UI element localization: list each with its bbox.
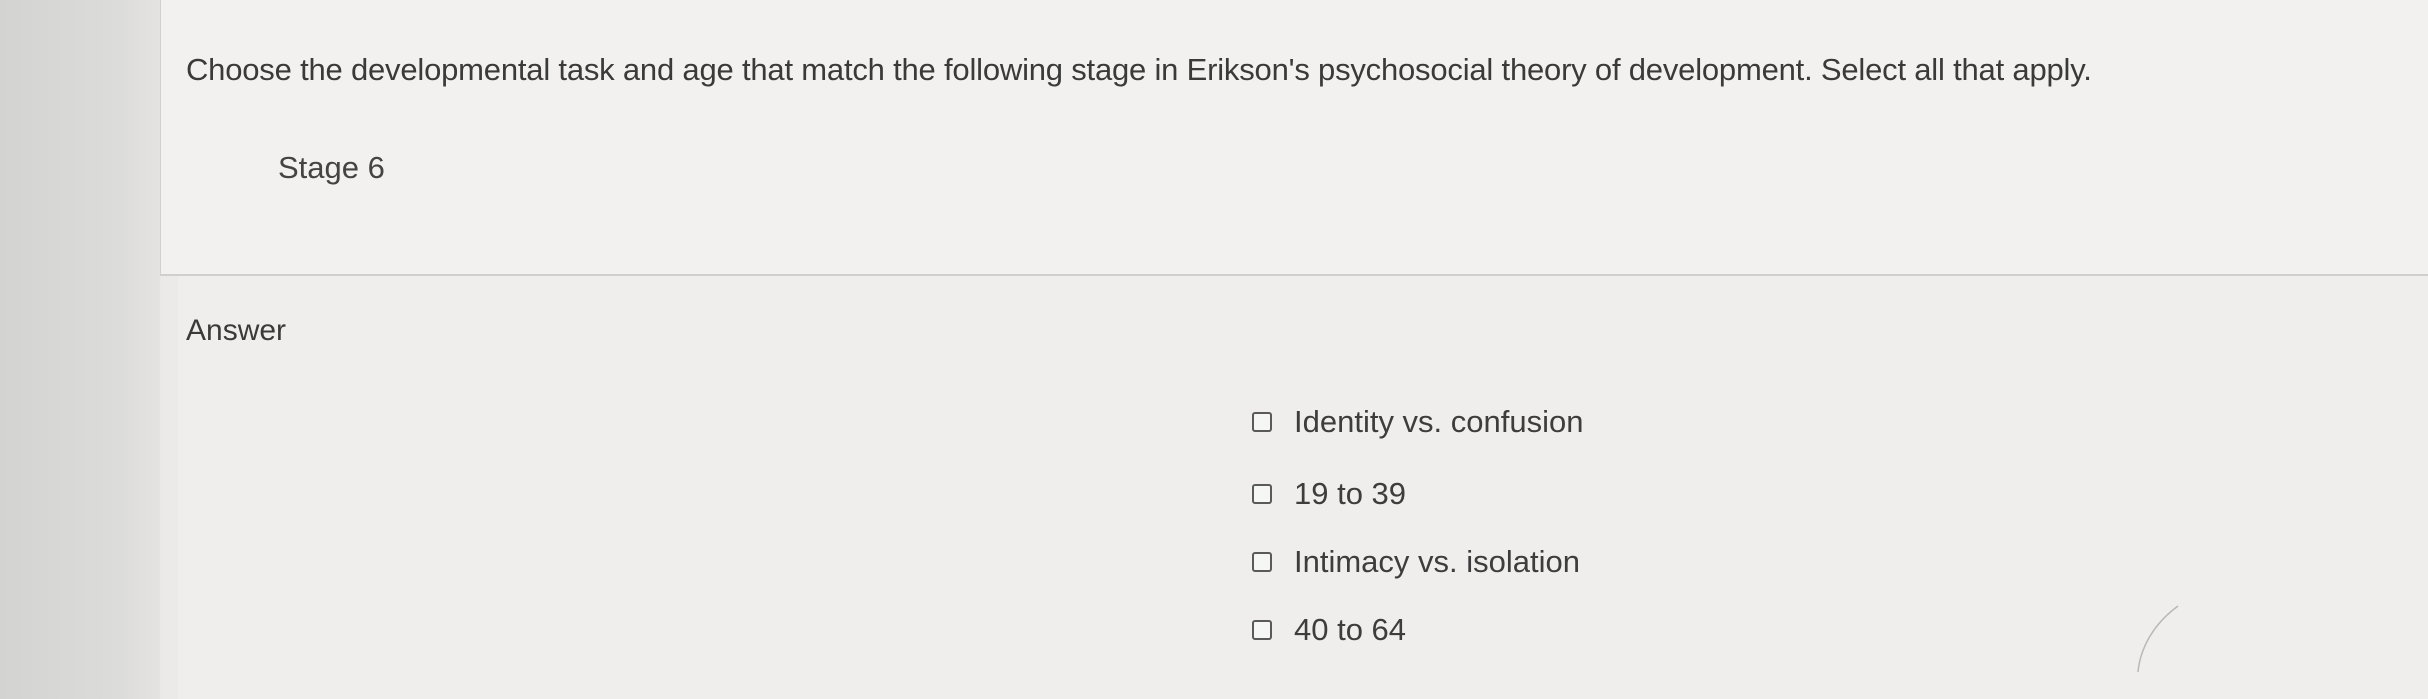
answer-heading: Answer (186, 314, 287, 347)
option-label: Intimacy vs. isolation (1294, 544, 1580, 579)
quiz-page: Choose the developmental task and age th… (0, 0, 2428, 699)
option-40-to-64[interactable]: 40 to 64 (1252, 612, 1406, 648)
stray-mark (2137, 605, 2179, 673)
option-label: 40 to 64 (1294, 612, 1407, 647)
checkbox[interactable] (1252, 552, 1272, 572)
left-gutter (0, 0, 160, 699)
question-text: Choose the developmental task and age th… (186, 52, 2092, 87)
option-19-to-39[interactable]: 19 to 39 (1252, 476, 1406, 512)
option-label: Identity vs. confusion (1294, 404, 1584, 439)
question-panel (160, 0, 2428, 275)
checkbox[interactable] (1252, 484, 1272, 504)
checkbox[interactable] (1252, 620, 1272, 640)
option-label: 19 to 39 (1294, 476, 1407, 511)
stage-label: Stage 6 (278, 150, 385, 185)
option-identity-vs-confusion[interactable]: Identity vs. confusion (1252, 404, 1584, 440)
option-intimacy-vs-isolation[interactable]: Intimacy vs. isolation (1252, 544, 1580, 580)
checkbox[interactable] (1252, 412, 1272, 432)
